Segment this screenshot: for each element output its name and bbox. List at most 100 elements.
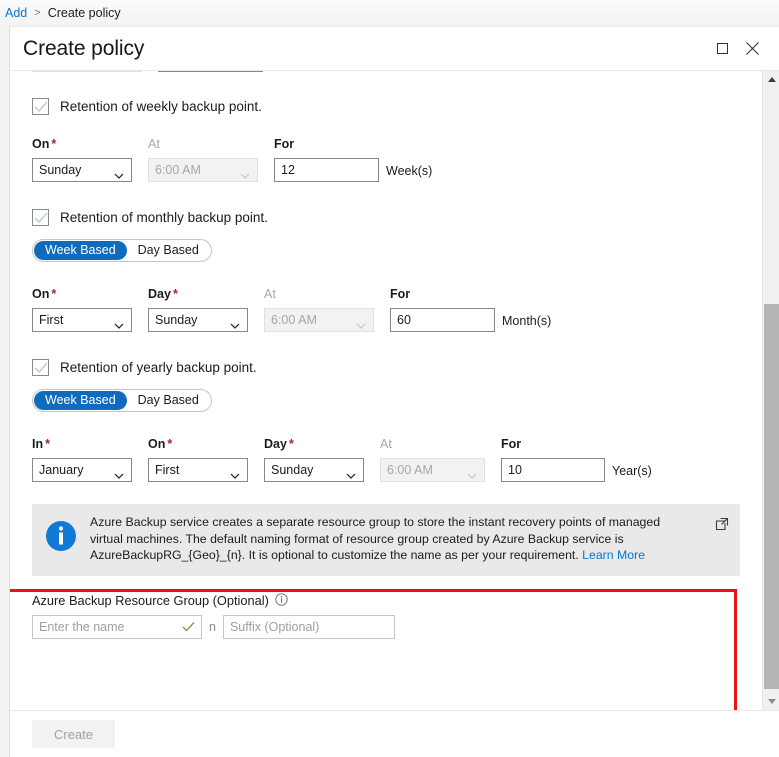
daily-retention-row: 6:00 AM 180 Day(s) bbox=[32, 71, 762, 72]
yearly-on-select[interactable]: First bbox=[148, 458, 248, 482]
external-link-icon[interactable] bbox=[715, 517, 729, 536]
learn-more-link[interactable]: Learn More bbox=[582, 548, 645, 562]
yearly-unit-label: Year(s) bbox=[612, 464, 652, 478]
yearly-on-label: On * bbox=[148, 437, 173, 451]
weekly-on-select[interactable]: Sunday bbox=[32, 158, 132, 182]
resource-group-name-placeholder: Enter the name bbox=[39, 619, 125, 634]
scroll-content: 6:00 AM 180 Day(s) bbox=[10, 71, 762, 710]
scrollbar-thumb[interactable] bbox=[764, 304, 779, 689]
weekly-on-field: On * Sunday bbox=[32, 137, 132, 182]
yearly-retention-checkbox-row[interactable]: Retention of yearly backup point. bbox=[32, 359, 762, 376]
scroll-up-arrow-icon[interactable] bbox=[763, 71, 779, 88]
create-policy-blade: Create policy 6:00 AM bbox=[9, 26, 779, 757]
info-banner-text: Azure Backup service creates a separate … bbox=[79, 514, 729, 564]
breadcrumb-separator: > bbox=[34, 7, 41, 19]
yearly-retention-label: Retention of yearly backup point. bbox=[60, 360, 257, 375]
yearly-for-input[interactable]: 10 bbox=[501, 458, 605, 482]
monthly-toggle-day-based[interactable]: Day Based bbox=[127, 241, 210, 260]
weekly-for-field: For 12 bbox=[274, 137, 379, 182]
chevron-down-icon bbox=[124, 71, 134, 72]
azure-backup-resource-group-label: Azure Backup Resource Group (Optional) bbox=[32, 592, 762, 609]
resource-group-inputs-row: Enter the name n Suffix (Optional) bbox=[32, 614, 762, 639]
blade-header: Create policy bbox=[10, 27, 779, 71]
daily-at-select: 6:00 AM bbox=[32, 71, 142, 72]
chevron-down-icon bbox=[467, 468, 477, 482]
yearly-in-field: In * January bbox=[32, 437, 132, 482]
monthly-toggle-week-based[interactable]: Week Based bbox=[34, 241, 127, 260]
chevron-down-icon bbox=[230, 318, 240, 332]
monthly-on-field: On * First bbox=[32, 287, 132, 332]
monthly-on-label: On * bbox=[32, 287, 57, 301]
info-banner-body: Azure Backup service creates a separate … bbox=[90, 515, 661, 562]
monthly-for-input[interactable]: 60 bbox=[390, 308, 495, 332]
monthly-at-select: 6:00 AM bbox=[264, 308, 374, 332]
weekly-unit-label: Week(s) bbox=[386, 164, 433, 178]
yearly-for-label: For bbox=[501, 437, 522, 451]
weekly-retention-label: Retention of weekly backup point. bbox=[60, 99, 262, 114]
yearly-in-select[interactable]: January bbox=[32, 458, 132, 482]
yearly-toggle-day-based[interactable]: Day Based bbox=[127, 391, 210, 410]
resource-group-name-input[interactable]: Enter the name bbox=[32, 614, 202, 639]
daily-for-input[interactable]: 180 bbox=[158, 71, 263, 72]
resource-group-suffix-placeholder: Suffix (Optional) bbox=[229, 619, 320, 634]
blade-body: 6:00 AM 180 Day(s) bbox=[10, 71, 779, 710]
yearly-day-select[interactable]: Sunday bbox=[264, 458, 364, 482]
weekly-retention-checkbox-row[interactable]: Retention of weekly backup point. bbox=[32, 98, 762, 115]
weekly-retention-checkbox[interactable] bbox=[32, 98, 49, 115]
breadcrumb-link-add[interactable]: Add bbox=[5, 6, 27, 20]
daily-for-field: 180 bbox=[158, 71, 263, 72]
maximize-icon[interactable] bbox=[707, 34, 737, 64]
check-icon bbox=[182, 621, 195, 636]
yearly-day-field: Day * Sunday bbox=[264, 437, 364, 482]
monthly-for-field: For 60 bbox=[390, 287, 495, 332]
yearly-at-select: 6:00 AM bbox=[380, 458, 485, 482]
weekly-retention-row: On * Sunday At 6:00 AM For 12 Week(s) bbox=[32, 137, 762, 182]
breadcrumb: Add > Create policy bbox=[0, 0, 779, 26]
chevron-down-icon bbox=[114, 168, 124, 182]
monthly-retention-checkbox-row[interactable]: Retention of monthly backup point. bbox=[32, 209, 762, 226]
info-circle-icon[interactable] bbox=[275, 592, 288, 609]
yearly-at-label: At bbox=[380, 437, 392, 451]
resource-group-separator: n bbox=[209, 619, 216, 634]
chevron-down-icon bbox=[114, 318, 124, 332]
yearly-schedule-type-toggle[interactable]: Week Based Day Based bbox=[32, 389, 212, 412]
monthly-retention-checkbox[interactable] bbox=[32, 209, 49, 226]
monthly-day-select[interactable]: Sunday bbox=[148, 308, 248, 332]
weekly-at-field: At 6:00 AM bbox=[148, 137, 258, 182]
weekly-at-label: At bbox=[148, 137, 160, 151]
monthly-on-select[interactable]: First bbox=[32, 308, 132, 332]
scroll-down-arrow-icon[interactable] bbox=[763, 693, 779, 710]
weekly-for-input[interactable]: 12 bbox=[274, 158, 379, 182]
yearly-retention-row: In * January On * First Day * Sunday At … bbox=[32, 437, 762, 482]
daily-at-field: 6:00 AM bbox=[32, 71, 142, 72]
monthly-at-field: At 6:00 AM bbox=[264, 287, 374, 332]
yearly-on-field: On * First bbox=[148, 437, 248, 482]
chevron-down-icon bbox=[240, 168, 250, 182]
close-icon[interactable] bbox=[737, 34, 767, 64]
monthly-day-label: Day * bbox=[148, 287, 178, 301]
monthly-schedule-type-toggle[interactable]: Week Based Day Based bbox=[32, 239, 212, 262]
monthly-unit-label: Month(s) bbox=[502, 314, 552, 328]
yearly-at-field: At 6:00 AM bbox=[380, 437, 485, 482]
yearly-retention-checkbox[interactable] bbox=[32, 359, 49, 376]
resource-group-suffix-input[interactable]: Suffix (Optional) bbox=[222, 614, 395, 639]
info-icon bbox=[45, 514, 79, 564]
weekly-for-label: For bbox=[274, 137, 295, 151]
monthly-day-field: Day * Sunday bbox=[148, 287, 248, 332]
vertical-scrollbar[interactable] bbox=[762, 71, 779, 710]
chevron-down-icon bbox=[230, 468, 240, 482]
chevron-down-icon bbox=[346, 468, 356, 482]
create-button[interactable]: Create bbox=[32, 720, 116, 748]
monthly-retention-label: Retention of monthly backup point. bbox=[60, 210, 268, 225]
yearly-toggle-week-based[interactable]: Week Based bbox=[34, 391, 127, 410]
monthly-at-label: At bbox=[264, 287, 276, 301]
weekly-at-select: 6:00 AM bbox=[148, 158, 258, 182]
yearly-for-field: For 10 bbox=[501, 437, 605, 482]
breadcrumb-current: Create policy bbox=[47, 6, 121, 20]
backup-resource-group-info-banner: Azure Backup service creates a separate … bbox=[32, 504, 740, 576]
yearly-in-label: In * bbox=[32, 437, 50, 451]
chevron-down-icon bbox=[114, 468, 124, 482]
blade-footer: Create bbox=[10, 710, 779, 757]
page-title: Create policy bbox=[23, 36, 145, 60]
chevron-down-icon bbox=[356, 318, 366, 332]
